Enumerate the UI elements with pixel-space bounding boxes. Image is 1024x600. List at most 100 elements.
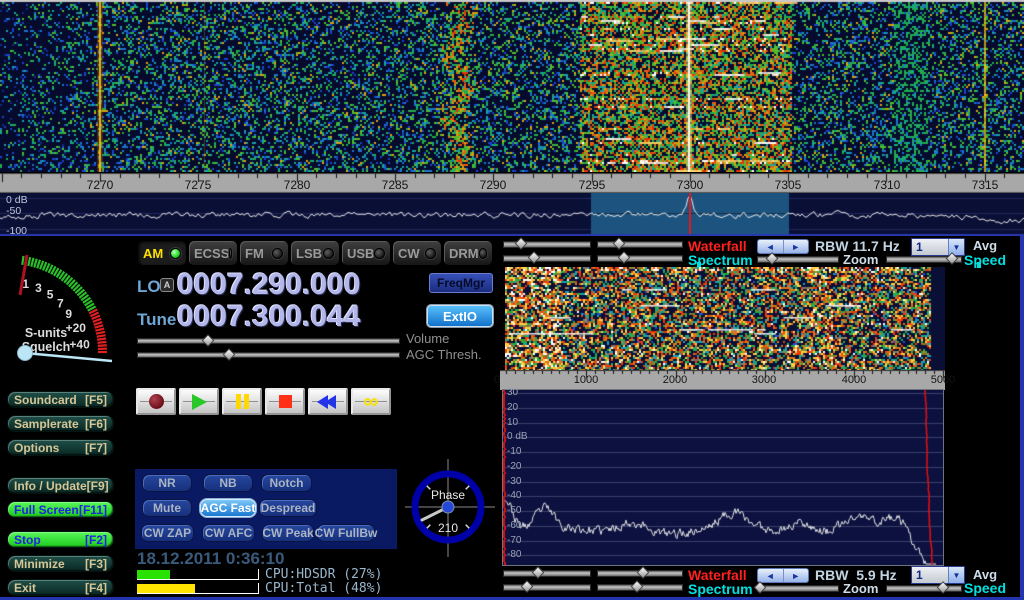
audio-frequency-scale[interactable] [500, 370, 945, 390]
agc-threshold-slider[interactable] [137, 352, 400, 358]
datetime-display: 18.12.2011 0:36:10 [137, 549, 284, 569]
cpu-hdsdr-bar [137, 569, 259, 580]
slider-thumb[interactable] [223, 348, 236, 361]
slider-thumb[interactable] [531, 566, 544, 579]
slider-thumb[interactable] [613, 237, 626, 250]
extio-button[interactable]: ExtIO [427, 305, 493, 327]
minimize-button[interactable]: Minimize[F3] [7, 555, 114, 572]
mode-button-fm[interactable]: FM [239, 240, 289, 266]
speed-slider-2[interactable] [886, 585, 962, 592]
button-key: [F6] [85, 417, 107, 431]
tune-marker[interactable] [689, 193, 691, 234]
mode-label: AM [143, 246, 163, 261]
dsp-button-mute[interactable]: Mute [142, 499, 192, 517]
lo-frequency-display[interactable]: 0007.290.000 [177, 268, 361, 302]
slider-thumb[interactable] [528, 251, 541, 264]
zoom-slider-2[interactable] [757, 585, 839, 592]
full-screen-button[interactable]: Full Screen[F11] [7, 501, 114, 518]
cpu-hdsdr-bar-fill [137, 570, 170, 579]
samplerate-button[interactable]: Samplerate[F6] [7, 415, 114, 432]
exit-button[interactable]: Exit[F4] [7, 579, 114, 596]
audio-spectrum[interactable] [503, 390, 943, 565]
main-waterfall[interactable] [0, 0, 1024, 172]
rbw-arrows-button-2[interactable]: ◄ ► [757, 568, 809, 583]
avg-select[interactable]: 1 ▼ [911, 238, 965, 256]
freq-tick-label: 7305 [775, 178, 802, 192]
db-tick-label: -70 [507, 535, 521, 546]
avg-select-2[interactable]: 1 ▼ [911, 566, 965, 584]
audio-waterfall[interactable] [505, 267, 945, 370]
button-name: Stop [14, 533, 41, 547]
smeter-tick-label: 7 [57, 296, 64, 310]
main-frequency-scale[interactable] [0, 173, 1024, 193]
button-name: Soundcard [14, 393, 77, 407]
squelch-slider-knob[interactable] [18, 346, 33, 361]
waterfall-contrast-slider[interactable] [597, 241, 683, 248]
dsp-button-cw-afc[interactable]: CW AFC [202, 524, 255, 542]
speed-slider[interactable] [886, 256, 962, 263]
phase-value: 210 [438, 521, 458, 535]
spectrum-contrast-slider[interactable] [597, 255, 683, 262]
spectrum-contrast-slider-2[interactable] [597, 584, 683, 591]
waterfall-brightness-slider-2[interactable] [503, 570, 591, 577]
spectrum-brightness-slider[interactable] [503, 255, 591, 262]
arrow-right-icon[interactable]: ► [784, 569, 809, 582]
mode-button-lsb[interactable]: LSB [290, 240, 340, 266]
rewind-button[interactable] [308, 388, 348, 415]
record-button[interactable] [136, 388, 176, 415]
dsp-button-cw-zap[interactable]: CW ZAP [141, 524, 194, 542]
phase-center-dot [442, 501, 454, 513]
dsp-button-nb[interactable]: NB [203, 474, 253, 492]
arrow-left-icon[interactable]: ◄ [758, 240, 784, 253]
zoom-label: Zoom [843, 252, 878, 267]
slider-thumb[interactable] [515, 237, 528, 250]
slider-thumb[interactable] [631, 580, 644, 593]
mode-label: LSB [296, 246, 322, 261]
mode-button-cw[interactable]: CW [392, 240, 442, 266]
freqmgr-button[interactable]: FreqMgr [429, 273, 493, 293]
cpu-total-bar-fill [137, 584, 195, 593]
pause-button[interactable] [222, 388, 262, 415]
zoom-slider[interactable] [757, 256, 839, 263]
slider-thumb[interactable] [766, 252, 779, 265]
lo-label: LO [137, 277, 161, 297]
tune-frequency-display[interactable]: 0007.300.044 [177, 300, 361, 334]
mode-button-ecss[interactable]: ECSS [188, 240, 238, 266]
s-meter: 13579+20+40S-unitsSquelch [0, 240, 130, 405]
slider-thumb[interactable] [521, 580, 534, 593]
dropdown-arrow-icon[interactable]: ▼ [948, 567, 964, 583]
lo-auto-badge[interactable]: A [160, 278, 174, 292]
arrow-right-icon[interactable]: ► [784, 240, 809, 253]
loop-button[interactable]: ∞ [351, 388, 391, 415]
main-spectrum[interactable] [0, 193, 1024, 236]
db-tick-label: 30 [507, 387, 518, 398]
waterfall-contrast-slider-2[interactable] [597, 570, 683, 577]
slider-thumb[interactable] [618, 251, 631, 264]
arrow-left-icon[interactable]: ◄ [758, 569, 784, 582]
dsp-button-despread[interactable]: Despread [259, 499, 317, 517]
freq-tick-label: 7290 [480, 178, 507, 192]
dsp-button-nr[interactable]: NR [142, 474, 192, 492]
dsp-button-agc-fast[interactable]: AGC Fast [200, 499, 256, 517]
dsp-button-cw-fullbw[interactable]: CW FullBw [317, 524, 375, 542]
spectrum-brightness-slider-2[interactable] [503, 584, 591, 591]
info-update-button[interactable]: Info / Update[F9] [7, 477, 114, 494]
slider-thumb[interactable] [636, 566, 649, 579]
volume-slider[interactable] [137, 338, 400, 344]
stop-button[interactable]: Stop[F2] [7, 531, 114, 548]
spectrum-label-2: Spectrum [688, 581, 753, 597]
play-button[interactable] [179, 388, 219, 415]
slider-thumb[interactable] [754, 581, 767, 594]
options-button[interactable]: Options[F7] [7, 439, 114, 456]
stop-button[interactable] [265, 388, 305, 415]
slider-thumb[interactable] [202, 334, 215, 347]
waterfall-brightness-slider[interactable] [503, 241, 591, 248]
mode-button-drm[interactable]: DRM [443, 240, 493, 266]
dsp-button-notch[interactable]: Notch [261, 474, 312, 492]
rbw-arrows-button[interactable]: ◄ ► [757, 239, 809, 254]
mode-button-am[interactable]: AM [137, 240, 187, 266]
mode-button-usb[interactable]: USB [341, 240, 391, 266]
mode-led-icon [229, 248, 232, 259]
soundcard-button[interactable]: Soundcard[F5] [7, 391, 114, 408]
dsp-button-cw-peak[interactable]: CW Peak [262, 524, 314, 542]
